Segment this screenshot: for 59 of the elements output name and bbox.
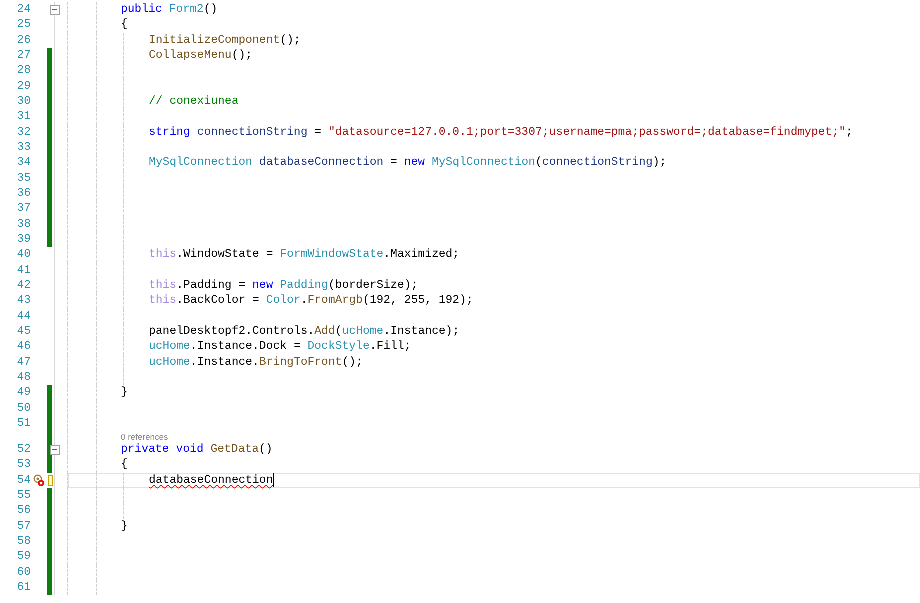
code-line: panelDesktopf2.Controls.Add(ucHome.Instance); xyxy=(149,324,460,340)
code-line: public Form2() xyxy=(121,2,218,18)
line-number: 26 xyxy=(16,32,31,48)
line-number: 29 xyxy=(16,78,31,94)
code-line: } xyxy=(121,385,128,401)
code-line: MySqlConnection databaseConnection = new MySqlConnection(connectionString); xyxy=(149,155,667,171)
code-line: string connectionString = "datasource=127.0.0.1;port=3307;username=pma;password=;database=findmypet;"; xyxy=(149,124,853,140)
line-number: 38 xyxy=(16,216,31,232)
line-number: 40 xyxy=(16,247,31,263)
line-number: 51 xyxy=(16,416,31,432)
code-line: ucHome.Instance.Dock = DockStyle.Fill; xyxy=(149,339,412,355)
collapse-icon[interactable] xyxy=(50,4,60,15)
code-line: CollapseMenu(); xyxy=(149,48,253,64)
line-number: 48 xyxy=(16,370,31,386)
code-line: this.BackColor = Color.FromArgb(192, 255, 192); xyxy=(149,293,474,309)
line-number: 42 xyxy=(16,278,31,294)
line-number: 25 xyxy=(16,17,31,33)
line-number: 49 xyxy=(16,385,31,401)
code-line: this.Padding = new Padding(borderSize); xyxy=(149,278,418,294)
line-number: 34 xyxy=(16,155,31,171)
line-number: 28 xyxy=(16,63,31,79)
code-line: databaseConnection xyxy=(149,472,274,488)
line-number: 45 xyxy=(16,324,31,340)
code-line: InitializeComponent(); xyxy=(149,32,301,48)
line-number: 33 xyxy=(16,140,31,156)
line-number: 56 xyxy=(16,503,31,519)
code-line: ucHome.Instance.BringToFront(); xyxy=(149,354,363,370)
code-line: { xyxy=(121,457,128,473)
code-line: // conexiunea xyxy=(149,94,239,110)
line-number: 53 xyxy=(16,457,31,473)
line-number: 39 xyxy=(16,232,31,248)
line-number: 32 xyxy=(16,124,31,140)
line-number: 44 xyxy=(16,308,31,324)
line-number: 41 xyxy=(16,262,31,278)
line-number: 52 xyxy=(16,442,31,458)
line-number: 58 xyxy=(16,534,31,550)
line-number: 57 xyxy=(16,518,31,534)
line-number: 50 xyxy=(16,400,31,416)
line-number: 47 xyxy=(16,354,31,370)
line-number: 46 xyxy=(16,339,31,355)
line-number: 59 xyxy=(16,549,31,564)
line-number: 61 xyxy=(16,580,31,596)
line-number: 27 xyxy=(16,48,31,64)
line-number: 35 xyxy=(16,170,31,186)
references-codelens[interactable]: 0 references xyxy=(121,432,168,442)
code-line: { xyxy=(121,17,128,33)
line-number: 55 xyxy=(16,488,31,504)
line-number: 24 xyxy=(16,2,31,18)
line-number: 54 xyxy=(16,472,31,488)
line-number: 36 xyxy=(16,186,31,202)
line-number: 60 xyxy=(16,564,31,580)
code-line: this.WindowState = FormWindowState.Maximized; xyxy=(149,247,460,263)
line-number: 30 xyxy=(16,94,31,110)
code-line: } xyxy=(121,518,128,534)
line-number: 31 xyxy=(16,109,31,125)
lightbulb-error-icon[interactable] xyxy=(32,474,44,487)
line-number: 43 xyxy=(16,293,31,309)
code-line: private void GetData() xyxy=(121,442,273,458)
line-number: 37 xyxy=(16,201,31,217)
